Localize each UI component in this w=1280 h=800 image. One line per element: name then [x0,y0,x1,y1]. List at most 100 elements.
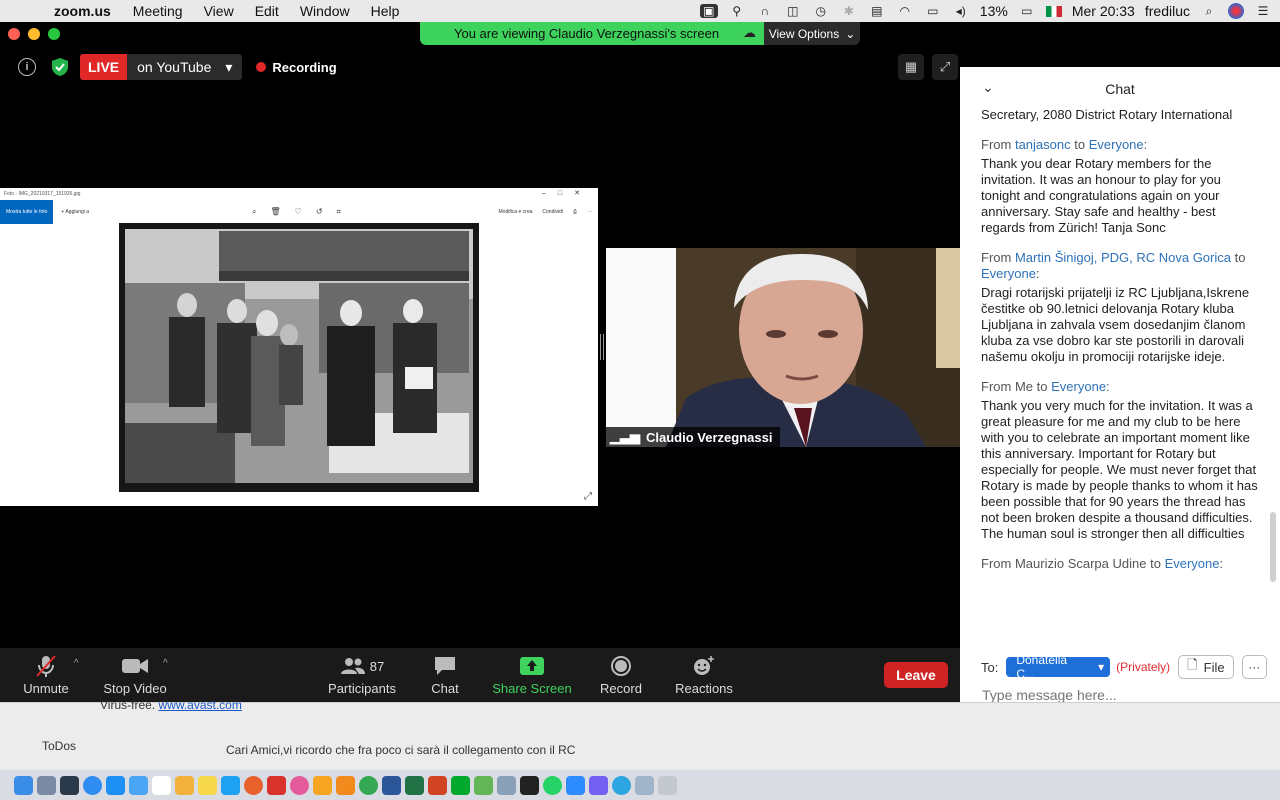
pin-icon[interactable]: ⚲ [728,4,746,18]
audio-options-caret[interactable]: ^ [74,658,79,669]
stop-video-button[interactable]: Stop Video [102,648,168,702]
file-button[interactable]: 🗋 File [1178,655,1234,679]
keyboard-icon[interactable]: ▤ [868,4,886,18]
mission-control-icon[interactable] [60,775,79,795]
firefox-icon[interactable] [244,775,263,795]
bluetooth-icon[interactable]: ✱ [840,4,858,18]
zoom-window-button[interactable] [48,28,60,40]
notes-icon[interactable] [198,775,217,795]
preview-icon[interactable] [497,775,516,795]
zoom-app-icon[interactable] [566,775,585,795]
participants-button[interactable]: 87 Participants [326,648,398,702]
menubar-clock[interactable]: Mer 20:33 [1072,3,1135,19]
historical-group-photo [119,223,479,492]
photo-window-title: Foto - IMG_20210317_151926.jpg [4,191,81,197]
butterfly-icon[interactable] [313,775,332,795]
caret-down-icon: ▾ [225,58,233,75]
volume-icon[interactable]: ◂) [952,4,970,18]
menu-view[interactable]: View [204,3,234,19]
battery-percent[interactable]: 13% [980,3,1008,19]
record-button[interactable]: Record [598,648,644,702]
leave-meeting-button[interactable]: Leave [884,662,948,688]
video-options-caret[interactable]: ^ [163,658,168,669]
chat-recipient[interactable]: Everyone [1051,379,1106,394]
maps-icon[interactable] [474,775,493,795]
chat-recipient[interactable]: Everyone [1165,556,1220,571]
itunes-icon[interactable] [290,775,309,795]
menu-edit[interactable]: Edit [255,3,279,19]
recipient-dropdown[interactable]: Donatella C... ▾ [1006,653,1111,681]
view-controls: ▦ ⤢ [898,54,958,80]
minimize-window-button[interactable] [28,28,40,40]
view-options-button[interactable]: View Options ⌄ [764,22,860,45]
time-machine-icon[interactable]: ◷ [812,4,830,18]
arch-icon[interactable]: ∩ [756,4,774,18]
reactions-button[interactable]: Reactions [674,648,734,702]
chat-recipient[interactable]: Everyone [1089,137,1144,152]
app-menu-zoom[interactable]: zoom.us [54,3,111,19]
recording-indicator[interactable]: Recording [256,60,337,75]
safari-icon[interactable] [83,775,102,795]
evernote-icon[interactable] [451,775,470,795]
chat-sender[interactable]: tanjasonc [1015,137,1071,152]
chat-button[interactable]: Chat [426,648,464,702]
menu-meeting[interactable]: Meeting [133,3,183,19]
skype-icon[interactable] [221,775,240,795]
fullscreen-icon[interactable]: ⤢ [932,54,958,80]
delete-photo-icon: 🗑 [270,207,281,216]
acrobat-icon[interactable] [267,775,286,795]
drive-icon[interactable]: ◫ [784,4,802,18]
more-options-button[interactable]: ··· [1241,655,1267,679]
gallery-view-icon[interactable]: ▦ [898,54,924,80]
app-store-icon[interactable] [106,775,125,795]
viber-icon[interactable] [589,775,608,795]
unmute-button[interactable]: Unmute [20,648,72,702]
italian-flag-icon[interactable] [1045,5,1062,17]
menubar-user[interactable]: frediluc [1145,3,1190,19]
menu-help[interactable]: Help [371,3,400,19]
mail-preview-text[interactable]: Cari Amici,vi ricordo che fra poco ci sa… [226,743,575,757]
menu-window[interactable]: Window [300,3,350,19]
calendar-icon[interactable] [152,775,171,795]
terminal-icon[interactable] [520,775,539,795]
share-screen-button[interactable]: Share Screen [492,648,572,702]
chrome-icon[interactable] [359,775,378,795]
downloads-icon[interactable] [635,775,654,795]
mail-icon[interactable] [129,775,148,795]
launchpad-icon[interactable] [37,775,56,795]
vlc-icon[interactable] [336,775,355,795]
chat-scrollbar[interactable] [1270,512,1276,582]
security-shield-icon[interactable] [52,58,68,76]
whatsapp-icon[interactable] [543,775,562,795]
photos-icon[interactable] [175,775,194,795]
chat-sender[interactable]: Martin Šinigoj, PDG, RC Nova Gorica [1015,250,1231,265]
meeting-info-icon[interactable]: i [18,58,36,76]
expand-icon: ⤢ [584,491,592,502]
chat-message: From tanjasonc to Everyone: Thank you de… [981,137,1261,236]
siri-icon[interactable] [1228,3,1244,19]
active-speaker-video[interactable]: ▁▃▅ Claudio Verzegnassi [606,248,960,447]
chat-recipient[interactable]: Everyone [981,266,1036,281]
spotlight-search-icon[interactable]: ⌕ [1200,4,1218,18]
word-icon[interactable] [382,775,401,795]
split-view-divider[interactable] [600,334,604,360]
trash-icon[interactable] [658,775,677,795]
share-banner-text: You are viewing Claudio Verzegnassi's sc… [454,26,720,41]
live-stream-dropdown[interactable]: on YouTube ▾ [127,54,243,80]
battery-icon[interactable]: ▭ [1018,4,1036,18]
powerpoint-icon[interactable] [428,775,447,795]
chat-message-text: beautiful event. Massimo Melis, District… [981,107,1233,122]
todos-label[interactable]: ToDos [42,739,76,753]
zoom-status-icon[interactable]: ▣ [699,4,718,18]
telegram-icon[interactable] [612,775,631,795]
close-window-button[interactable] [8,28,20,40]
finder-icon[interactable] [14,775,33,795]
excel-icon[interactable] [405,775,424,795]
speaker-name: Claudio Verzegnassi [646,429,773,445]
avast-link[interactable]: www.avast.com [158,698,241,712]
notification-center-icon[interactable]: ☰ [1254,4,1272,18]
chat-messages[interactable]: beautiful event. Massimo Melis, District… [981,107,1261,643]
stream-target-label: on YouTube [137,59,212,75]
wifi-icon[interactable]: ◠ [896,4,914,18]
airplay-icon[interactable]: ▭ [924,4,942,18]
